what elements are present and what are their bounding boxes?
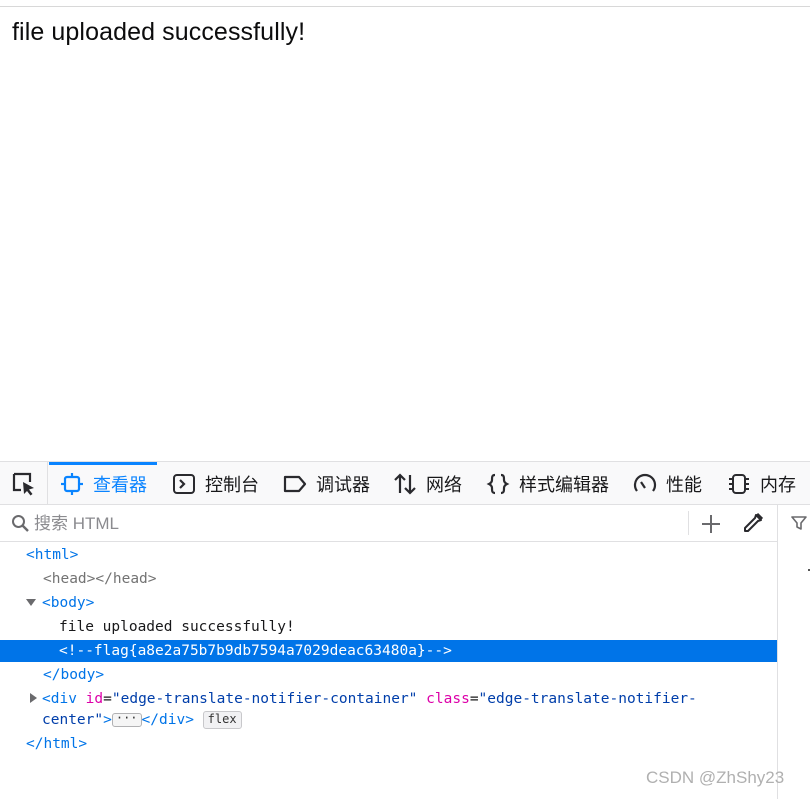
debugger-icon [283,475,307,492]
head-close-tag: head [112,571,148,587]
tab-network[interactable]: 网络 [393,462,462,505]
tree-node-body-close[interactable]: </body> [0,664,777,686]
search-html-input[interactable] [32,511,676,537]
flex-badge[interactable]: flex [202,711,242,729]
tree-node-div[interactable]: <div id="edge-translate-notifier-contain… [0,688,777,710]
collapse-twisty-icon[interactable] [30,693,37,703]
toolbar-separator [688,511,689,535]
tree-node-html-close[interactable]: </html> [0,733,777,755]
memory-chip-icon [729,473,749,494]
filter-icon[interactable] [791,515,807,531]
console-icon [173,473,195,494]
tab-debugger-label: 调试器 [316,474,370,495]
tab-console[interactable]: 控制台 [172,462,259,505]
gauge-icon [633,473,657,492]
element-picker-icon [12,472,34,495]
flag-comment: <!--flag{a8e2a75b7b9db7594a7029deac63480… [59,643,452,659]
page-top-border [0,6,810,7]
tab-network-label: 网络 [426,474,462,495]
tab-memory[interactable]: 内存 [727,462,796,505]
tree-node-comment-selected[interactable]: <!--flag{a8e2a75b7b9db7594a7029deac63480… [0,640,777,662]
csdn-watermark: CSDN @ZhShy23 [646,768,785,787]
tab-inspector[interactable]: 查看器 [49,462,157,505]
inspector-icon [61,472,83,495]
tree-node-head[interactable]: <head></head> [0,568,777,590]
tab-debugger[interactable]: 调试器 [283,462,370,505]
upload-status-message: file uploaded successfully! [12,18,306,46]
tab-performance[interactable]: 性能 [633,462,702,505]
braces-icon [486,473,510,494]
element-picker-button[interactable] [0,462,48,505]
eyedropper-button[interactable] [742,512,764,534]
add-node-button[interactable] [700,513,722,535]
tree-node-text[interactable]: file uploaded successfully! [0,616,777,638]
rules-side-panel [778,505,810,799]
devtools-panel: 查看器 控制台 调试器 网络 样式编辑器 性能 内存 搜索 HTML <html… [0,461,810,799]
tab-style-editor-label: 样式编辑器 [519,474,609,495]
tree-node-body[interactable]: <body> [0,592,777,614]
devtools-toolbar: 查看器 控制台 调试器 网络 样式编辑器 性能 内存 [0,461,810,505]
search-icon [12,515,29,532]
tree-node-div-cont[interactable]: center"> ··· </div> flex [0,709,777,731]
tab-console-label: 控制台 [205,474,259,495]
expand-ellipsis-button[interactable]: ··· [111,712,142,727]
html-search-bar [0,505,778,542]
tab-performance-label: 性能 [666,474,702,495]
text-node: file uploaded successfully! [59,619,295,635]
tab-inspector-label: 查看器 [93,474,147,495]
div-close-tag: div [159,712,186,728]
tab-memory-label: 内存 [760,474,796,495]
tree-node-html[interactable]: <html> [0,544,777,566]
network-icon [394,472,416,495]
tab-style-editor[interactable]: 样式编辑器 [486,462,609,505]
expand-twisty-icon[interactable] [26,599,36,606]
head-open-tag: head [51,571,87,587]
